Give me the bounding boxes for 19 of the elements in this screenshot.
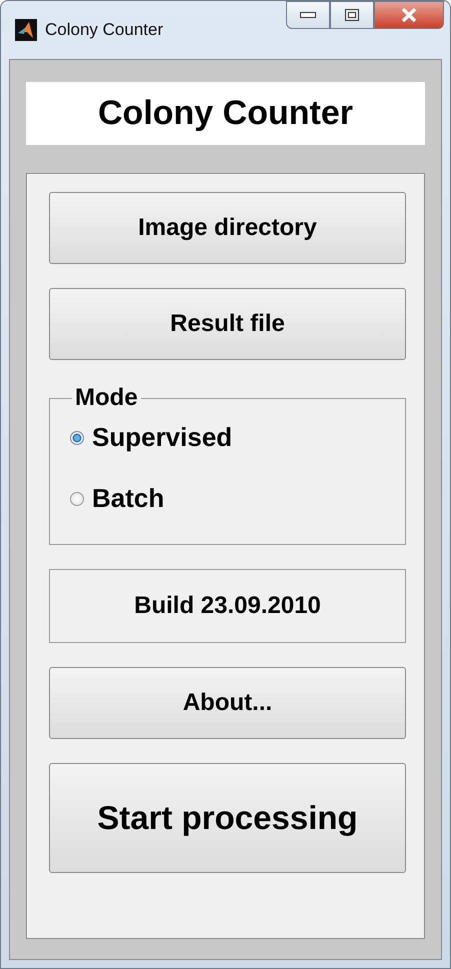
minimize-icon	[300, 12, 316, 18]
close-icon	[401, 8, 417, 22]
action-button[interactable]: Image directory	[49, 192, 406, 264]
action-button[interactable]: Result file	[49, 288, 406, 360]
radio-option[interactable]: Batch	[70, 483, 387, 514]
radio-label: Supervised	[92, 422, 232, 453]
radio-option[interactable]: Supervised	[70, 422, 387, 453]
radio-label: Batch	[92, 483, 164, 514]
close-button[interactable]	[374, 1, 444, 29]
minimize-button[interactable]	[286, 1, 330, 29]
start-button[interactable]: Start processing	[49, 763, 406, 873]
maximize-button[interactable]	[330, 1, 374, 29]
about-button[interactable]: About...	[49, 667, 406, 739]
maximize-icon	[345, 9, 359, 21]
group-label: Mode	[74, 384, 139, 412]
window-title: Colony Counter	[45, 20, 164, 40]
app-icon	[15, 19, 37, 41]
build-label: Build 23.09.2010	[49, 569, 406, 643]
app-heading: Colony Counter	[26, 82, 425, 145]
